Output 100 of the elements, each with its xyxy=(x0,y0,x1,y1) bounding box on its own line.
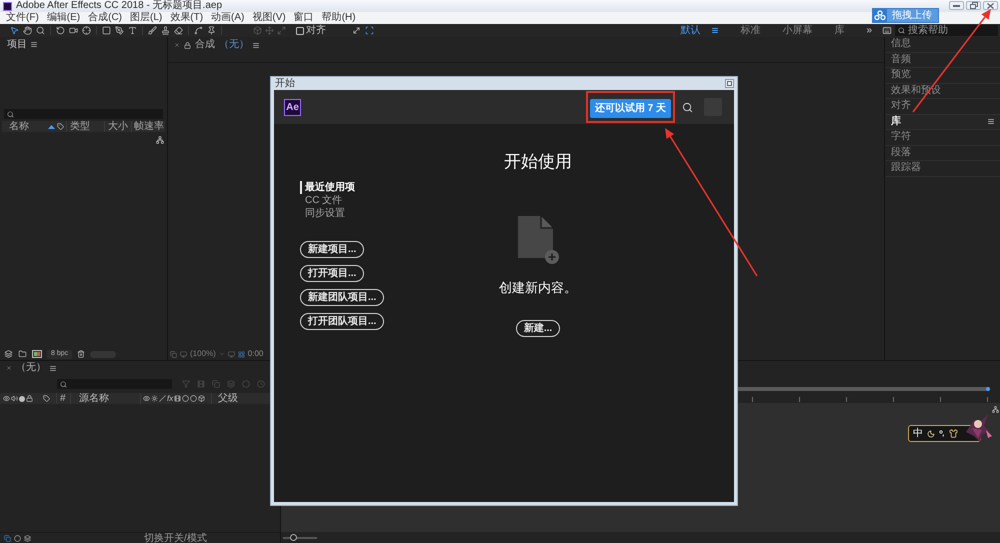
diagonal-arrow-icon[interactable] xyxy=(352,26,361,35)
eye-icon[interactable] xyxy=(3,395,10,402)
trash-icon[interactable] xyxy=(77,350,86,358)
menu-item[interactable]: 编辑(E) xyxy=(42,12,84,24)
ime-mode-button[interactable]: 中 xyxy=(913,428,923,440)
menu-item[interactable]: 文件(F) xyxy=(2,12,43,24)
menu-icon[interactable] xyxy=(712,28,718,33)
menu-item[interactable]: 视图(V) xyxy=(248,12,290,24)
search-icon[interactable] xyxy=(682,102,693,112)
camera-tool-icon[interactable] xyxy=(69,26,78,35)
side-panel-item[interactable]: 信息 xyxy=(886,37,1000,52)
grid-icon[interactable] xyxy=(238,350,245,358)
workspace-tab[interactable]: 默认 xyxy=(680,24,700,36)
composition-icon[interactable] xyxy=(32,350,42,358)
column-header[interactable]: 大小 xyxy=(104,121,131,132)
rectangle-tool-icon[interactable] xyxy=(102,26,111,35)
rotate-tool-icon[interactable] xyxy=(56,26,65,35)
maximize-button[interactable] xyxy=(725,79,734,88)
punctuation-icon[interactable] xyxy=(939,430,945,437)
menu-item[interactable]: 动画(A) xyxy=(207,12,248,24)
menu-item[interactable]: 窗口 xyxy=(290,12,318,24)
side-panel-item[interactable]: 字符 xyxy=(886,130,1000,146)
panel-title[interactable]: 项目 xyxy=(7,38,27,50)
solo-dot-icon[interactable] xyxy=(19,396,25,402)
lock-icon[interactable] xyxy=(184,42,191,49)
column-header[interactable]: 名称 xyxy=(2,121,48,132)
menu-icon[interactable] xyxy=(50,366,56,370)
column-header[interactable]: # xyxy=(56,393,70,404)
zoom-slider-thumb[interactable] xyxy=(290,534,297,540)
checkbox-icon[interactable] xyxy=(296,26,304,34)
pin-tool-icon[interactable] xyxy=(207,26,216,35)
menu-icon[interactable] xyxy=(253,43,259,48)
menu-icon[interactable] xyxy=(988,119,994,124)
tag-icon[interactable] xyxy=(43,395,50,402)
pen-tool-icon[interactable] xyxy=(115,26,124,35)
circle-icon[interactable] xyxy=(190,395,198,402)
workspace-tab[interactable]: 库 xyxy=(834,24,844,36)
overlap-screens-icon[interactable] xyxy=(4,534,11,542)
cube-icon[interactable] xyxy=(198,395,206,402)
hand-tool-icon[interactable] xyxy=(23,26,32,35)
search-field[interactable] xyxy=(57,379,172,389)
zoom-level-dropdown[interactable]: (100%) xyxy=(190,349,216,359)
new-button[interactable]: 新建... xyxy=(516,320,560,337)
layers-icon[interactable] xyxy=(24,534,31,542)
action-button[interactable]: 打开项目... xyxy=(300,265,364,282)
sort-caret-icon[interactable] xyxy=(48,124,55,128)
menu-item[interactable]: 图层(L) xyxy=(126,12,166,24)
restore-button[interactable] xyxy=(966,1,981,10)
selection-tool-icon[interactable] xyxy=(10,26,19,35)
side-panel-item[interactable]: 段落 xyxy=(886,146,1000,161)
menu-item[interactable]: 合成(C) xyxy=(84,12,126,24)
column-header[interactable]: 帧速率 xyxy=(131,121,164,132)
eraser-tool-icon[interactable] xyxy=(174,26,183,35)
flowchart-icon[interactable] xyxy=(156,136,164,144)
type-tool-icon[interactable] xyxy=(128,26,137,35)
action-button[interactable]: 新建项目... xyxy=(300,241,364,258)
nav-item[interactable]: 同步设置 xyxy=(300,207,424,220)
close-icon[interactable] xyxy=(6,365,12,371)
circle-icon[interactable] xyxy=(14,534,21,542)
search-field[interactable]: 搜索帮助 xyxy=(895,25,998,36)
side-panel-item[interactable]: 音频 xyxy=(886,52,1000,68)
slash-icon[interactable] xyxy=(159,395,166,402)
side-panel-item[interactable]: 预览 xyxy=(886,68,1000,84)
mode-toggle-button[interactable]: 切换开关/模式 xyxy=(144,532,207,543)
stamp-tool-icon[interactable] xyxy=(161,26,170,35)
keyboard-icon[interactable] xyxy=(882,26,892,35)
menu-item[interactable]: 帮助(H) xyxy=(318,12,360,24)
zoom-tool-icon[interactable] xyxy=(36,26,45,35)
shirt-icon[interactable] xyxy=(949,429,958,438)
moon-icon[interactable] xyxy=(927,430,935,438)
nav-item[interactable]: 最近使用项 xyxy=(300,181,424,194)
brush-tool-icon[interactable] xyxy=(148,26,157,35)
minimize-button[interactable] xyxy=(949,1,964,10)
folder-icon[interactable] xyxy=(18,350,27,358)
column-header[interactable]: 父级 xyxy=(211,393,238,404)
workspace-tab[interactable]: 标准 xyxy=(740,24,760,36)
snap-checkbox[interactable]: 对齐 xyxy=(296,24,326,36)
workspace-tab[interactable]: 小屏幕 xyxy=(782,24,812,36)
column-header[interactable]: 类型 xyxy=(66,121,104,132)
nav-item[interactable]: CC 文件 xyxy=(300,194,424,207)
action-button[interactable]: 新建团队项目... xyxy=(300,289,384,306)
side-panel-item[interactable]: 跟踪器 xyxy=(886,161,1000,176)
circle-icon[interactable] xyxy=(182,395,190,402)
search-field[interactable] xyxy=(4,109,163,119)
side-panel-item[interactable]: 库 xyxy=(886,114,1000,130)
tag-icon[interactable] xyxy=(57,123,64,130)
composition-name[interactable]: （无） xyxy=(16,362,46,374)
speaker-icon[interactable] xyxy=(11,395,18,402)
timecode[interactable]: 0:00 xyxy=(248,349,264,359)
film-icon[interactable] xyxy=(174,395,182,402)
close-icon[interactable] xyxy=(174,42,180,48)
eye-icon[interactable] xyxy=(143,395,150,402)
column-header[interactable]: 源名称 xyxy=(70,393,140,404)
crosshair-icon[interactable] xyxy=(82,26,91,35)
action-button[interactable]: 打开团队项目... xyxy=(300,313,384,330)
layers-icon[interactable] xyxy=(4,350,13,358)
menu-icon[interactable] xyxy=(31,42,37,47)
scan-frame-icon[interactable] xyxy=(365,26,374,35)
spline-icon[interactable] xyxy=(194,26,203,35)
close-button[interactable] xyxy=(983,1,998,10)
